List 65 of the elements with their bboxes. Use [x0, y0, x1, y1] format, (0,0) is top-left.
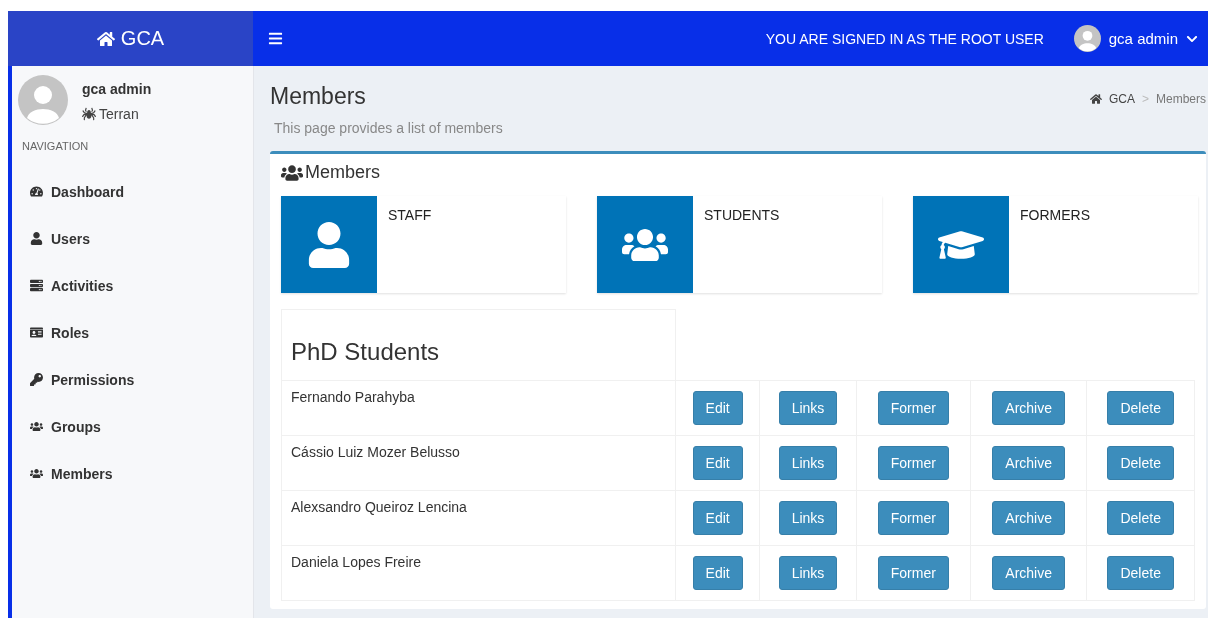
action-button[interactable]: Delete [1107, 446, 1174, 480]
tile-label: FORMERS [1019, 206, 1091, 225]
action-button[interactable]: Edit [692, 391, 743, 425]
nav-item[interactable]: Activities [12, 262, 253, 309]
member-name: Fernando Parahyba [281, 380, 676, 436]
action-button[interactable]: Links [778, 446, 838, 480]
action-button[interactable]: Delete [1107, 556, 1174, 590]
user-icon [30, 232, 43, 245]
root-user-notice: YOU ARE SIGNED IN AS THE ROOT USER [765, 30, 1044, 47]
brand-name: GCA [120, 27, 165, 50]
action-button[interactable]: Former [877, 446, 949, 480]
action-button[interactable]: Former [877, 501, 949, 535]
nav-heading: NAVIGATION [21, 139, 90, 154]
action-button[interactable]: Archive [992, 501, 1065, 535]
user-role: Terran [99, 106, 139, 122]
breadcrumb-link[interactable]: GCA [1108, 92, 1135, 106]
nav-item[interactable]: Dashboard [12, 168, 253, 215]
action-button[interactable]: Delete [1107, 391, 1174, 425]
nav-item[interactable]: Groups [12, 403, 253, 450]
action-button[interactable]: Links [778, 556, 838, 590]
avatar-icon [18, 75, 68, 125]
user-menu[interactable]: gca admin [1073, 25, 1198, 52]
action-button[interactable]: Archive [992, 391, 1065, 425]
action-button[interactable]: Archive [992, 556, 1065, 590]
action-button[interactable]: Edit [692, 501, 743, 535]
category-tile[interactable]: FORMERS [913, 196, 1198, 293]
action-button[interactable]: Former [877, 556, 949, 590]
key-icon [30, 373, 43, 386]
action-button[interactable]: Links [778, 391, 838, 425]
server-icon [30, 279, 43, 292]
menu-icon[interactable] [268, 31, 283, 46]
id-card-icon [30, 326, 43, 339]
breadcrumb-separator: > [1141, 92, 1149, 106]
users-icon [30, 467, 43, 480]
action-button[interactable]: Delete [1107, 501, 1174, 535]
table-title: PhD Students [281, 309, 676, 381]
breadcrumb-link[interactable]: Members [1156, 92, 1206, 106]
home-icon [1089, 93, 1102, 105]
panel-title: Members [305, 162, 380, 183]
action-button[interactable]: Former [877, 391, 949, 425]
action-button[interactable]: Edit [692, 556, 743, 590]
bug-icon [82, 107, 96, 121]
avatar-icon [1073, 25, 1101, 52]
tile-label: STAFF [387, 206, 433, 225]
action-button[interactable]: Edit [692, 446, 743, 480]
users-icon [30, 420, 43, 433]
page-title: Members [270, 83, 367, 110]
nav-item[interactable]: Users [12, 215, 253, 262]
member-name: Cássio Luiz Mozer Belusso [281, 435, 676, 491]
nav-item[interactable]: Roles [12, 309, 253, 356]
users-icon [281, 163, 303, 182]
home-icon [96, 29, 115, 48]
nav-item[interactable]: Members [12, 450, 253, 497]
user-name: gca admin [82, 81, 152, 97]
nav-item[interactable]: Permissions [12, 356, 253, 403]
page-subtitle: This page provides a list of members [274, 120, 503, 136]
category-tile[interactable]: STUDENTS [597, 196, 882, 293]
dashboard-icon [30, 185, 43, 198]
member-name: Alexsandro Queiroz Lencina [281, 490, 676, 546]
user-icon [306, 221, 352, 268]
category-tile[interactable]: STAFF [281, 196, 566, 293]
action-button[interactable]: Links [778, 501, 838, 535]
action-button[interactable]: Archive [992, 446, 1065, 480]
member-name: Daniela Lopes Freire [281, 545, 676, 601]
tile-label: STUDENTS [703, 206, 781, 225]
